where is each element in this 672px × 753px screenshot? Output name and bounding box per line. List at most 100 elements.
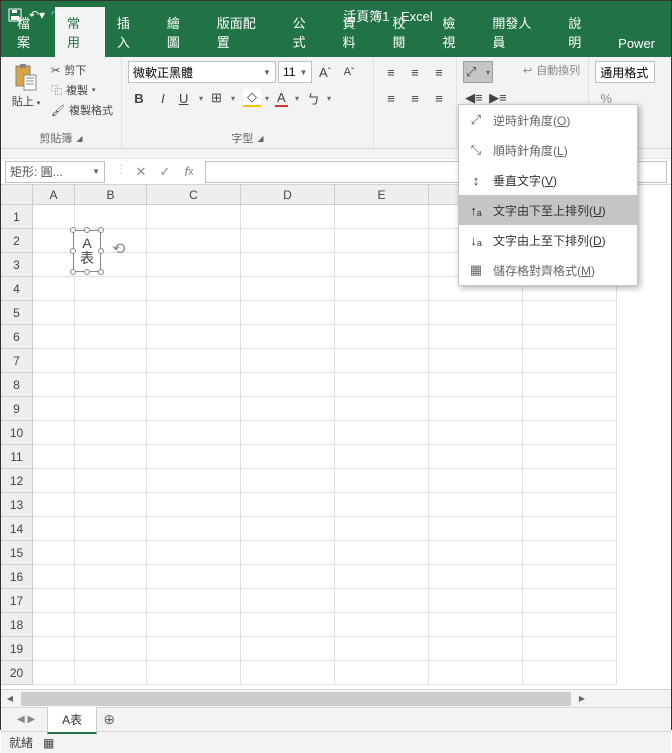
bold-button[interactable]: B	[128, 87, 150, 109]
resize-handle-tm[interactable]	[84, 227, 90, 233]
sheet-tab[interactable]: A表	[47, 706, 97, 734]
cell[interactable]	[75, 469, 147, 493]
cell[interactable]	[429, 373, 523, 397]
row-header-8[interactable]: 8	[1, 373, 33, 397]
row-header-6[interactable]: 6	[1, 325, 33, 349]
horizontal-scrollbar[interactable]: ◀ ▶	[1, 689, 671, 707]
cell[interactable]	[241, 229, 335, 253]
row-header-3[interactable]: 3	[1, 253, 33, 277]
cell[interactable]	[429, 565, 523, 589]
cell[interactable]	[75, 325, 147, 349]
cell[interactable]	[33, 325, 75, 349]
cell[interactable]	[523, 445, 617, 469]
col-header-E[interactable]: E	[335, 185, 429, 205]
resize-handle-tr[interactable]	[98, 227, 104, 233]
cell[interactable]	[75, 613, 147, 637]
resize-handle-bl[interactable]	[70, 269, 76, 275]
cell[interactable]	[241, 325, 335, 349]
cell[interactable]	[75, 541, 147, 565]
cell[interactable]	[33, 565, 75, 589]
cell[interactable]	[75, 517, 147, 541]
cell[interactable]	[75, 493, 147, 517]
cell[interactable]	[33, 445, 75, 469]
fx-button[interactable]: fx	[179, 162, 199, 182]
resize-handle-tl[interactable]	[70, 227, 76, 233]
tab-formulas[interactable]: 公式	[281, 7, 331, 57]
cell[interactable]	[523, 589, 617, 613]
row-header-7[interactable]: 7	[1, 349, 33, 373]
cell[interactable]	[335, 397, 429, 421]
cell[interactable]	[33, 421, 75, 445]
cell[interactable]	[523, 373, 617, 397]
cell[interactable]	[147, 661, 241, 685]
cell[interactable]	[335, 277, 429, 301]
cell[interactable]	[523, 565, 617, 589]
cell[interactable]	[147, 397, 241, 421]
cell[interactable]	[335, 613, 429, 637]
cell[interactable]	[429, 301, 523, 325]
cell[interactable]	[429, 517, 523, 541]
cell[interactable]	[75, 349, 147, 373]
italic-button[interactable]: I	[152, 87, 174, 109]
cell[interactable]	[147, 565, 241, 589]
cell[interactable]	[241, 613, 335, 637]
cell[interactable]	[33, 637, 75, 661]
cell[interactable]	[429, 613, 523, 637]
cell[interactable]	[241, 397, 335, 421]
cell[interactable]	[523, 301, 617, 325]
cell[interactable]	[75, 589, 147, 613]
align-right-button[interactable]: ≡	[428, 87, 450, 109]
cell[interactable]	[75, 445, 147, 469]
cell[interactable]	[523, 517, 617, 541]
cell[interactable]	[241, 493, 335, 517]
col-header-C[interactable]: C	[147, 185, 241, 205]
font-color-button[interactable]: A▾	[272, 87, 302, 109]
resize-handle-mr[interactable]	[98, 248, 104, 254]
cell[interactable]	[33, 301, 75, 325]
cell[interactable]	[335, 493, 429, 517]
row-header-12[interactable]: 12	[1, 469, 33, 493]
orient-item-0[interactable]: ⤢逆時針角度(O)	[459, 105, 637, 135]
cell[interactable]	[75, 397, 147, 421]
cell[interactable]	[147, 469, 241, 493]
font-name-combo[interactable]: 微軟正黑體▼	[128, 61, 276, 83]
cell[interactable]	[335, 373, 429, 397]
cell[interactable]	[335, 301, 429, 325]
name-box[interactable]: 矩形: 圓...▼	[5, 161, 105, 183]
cell[interactable]	[429, 421, 523, 445]
cell[interactable]	[523, 397, 617, 421]
cell[interactable]	[335, 661, 429, 685]
cell[interactable]	[147, 301, 241, 325]
cell[interactable]	[429, 397, 523, 421]
cell[interactable]	[335, 637, 429, 661]
redo-icon[interactable]: ↷▾	[51, 7, 67, 23]
row-header-10[interactable]: 10	[1, 421, 33, 445]
cell[interactable]	[523, 469, 617, 493]
cell[interactable]	[335, 469, 429, 493]
scroll-left-icon[interactable]: ◀	[1, 691, 19, 707]
cell[interactable]	[147, 517, 241, 541]
fill-color-button[interactable]: ◇▾	[240, 87, 270, 109]
cell[interactable]	[429, 325, 523, 349]
cell[interactable]	[33, 493, 75, 517]
cell[interactable]	[75, 277, 147, 301]
row-header-1[interactable]: 1	[1, 205, 33, 229]
row-header-13[interactable]: 13	[1, 493, 33, 517]
col-header-D[interactable]: D	[241, 185, 335, 205]
resize-handle-bm[interactable]	[84, 269, 90, 275]
cell[interactable]	[523, 541, 617, 565]
cell[interactable]	[241, 565, 335, 589]
orient-item-1[interactable]: ⤡順時針角度(L)	[459, 135, 637, 165]
row-header-4[interactable]: 4	[1, 277, 33, 301]
cell[interactable]	[75, 421, 147, 445]
cancel-button[interactable]: ✕	[131, 162, 151, 182]
orient-item-5[interactable]: ▦儲存格對齊格式(M)	[459, 255, 637, 285]
cell[interactable]	[241, 541, 335, 565]
cell[interactable]	[75, 205, 147, 229]
tab-draw[interactable]: 繪圖	[155, 7, 205, 57]
cell[interactable]	[241, 517, 335, 541]
cell[interactable]	[147, 421, 241, 445]
cell[interactable]	[33, 613, 75, 637]
align-center-button[interactable]: ≡	[404, 87, 426, 109]
col-header-B[interactable]: B	[75, 185, 147, 205]
